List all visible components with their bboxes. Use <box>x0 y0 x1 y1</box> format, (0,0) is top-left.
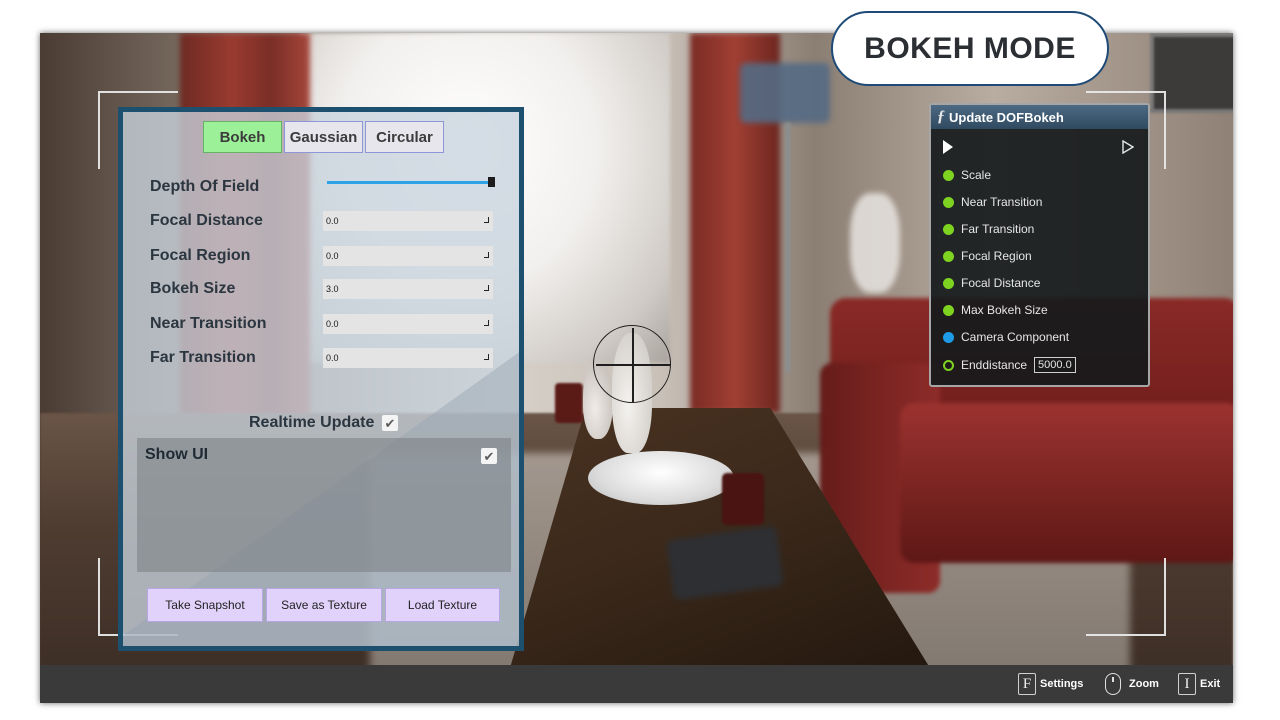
float-pin-icon <box>943 196 954 208</box>
exec-output-pin-icon[interactable] <box>1122 140 1134 154</box>
end-distance-input[interactable]: 5000.0 <box>1034 357 1076 373</box>
save-as-texture-button[interactable]: Save as Texture <box>266 588 382 622</box>
focal-distance-label: Focal Distance <box>150 212 263 229</box>
crosshair-icon <box>593 325 671 403</box>
checkmark-icon: ✔ <box>483 448 495 464</box>
mode-badge: BOKEH MODE <box>831 11 1109 86</box>
pin-far-transition[interactable]: Far Transition <box>943 222 1034 236</box>
mug <box>722 473 764 525</box>
depth-of-field-slider-handle[interactable] <box>488 177 495 187</box>
mouse-icon <box>1105 673 1121 695</box>
pin-focal-region[interactable]: Focal Region <box>943 249 1032 263</box>
node-title: Update DOFBokeh <box>949 109 1064 125</box>
float-pin-icon <box>943 304 954 316</box>
pin-label: Focal Region <box>961 249 1032 263</box>
pin-label: Focal Distance <box>961 276 1041 290</box>
plate <box>588 451 734 505</box>
near-transition-label: Near Transition <box>150 315 267 332</box>
near-transition-value: 0.0 <box>326 319 339 329</box>
dof-control-panel: Bokeh Gaussian Circular Depth Of Field F… <box>118 107 524 651</box>
depth-of-field-slider[interactable] <box>327 181 493 184</box>
pin-label: Near Transition <box>961 195 1043 209</box>
bokeh-size-value: 3.0 <box>326 284 339 294</box>
key-f-icon: F <box>1018 673 1036 695</box>
bokeh-size-field[interactable]: 3.0 <box>323 279 493 299</box>
zoom-hint[interactable]: Zoom <box>1105 673 1159 695</box>
focus-bracket-bottom-right <box>1086 558 1166 636</box>
settings-hint[interactable]: F Settings <box>1018 673 1083 695</box>
function-icon: ƒ <box>937 108 945 125</box>
pin-camera-component[interactable]: Camera Component <box>943 330 1069 344</box>
resize-grip-icon <box>484 252 489 258</box>
realtime-update-label: Realtime Update <box>249 414 375 431</box>
pin-label: Scale <box>961 168 992 182</box>
node-header: ƒ Update DOFBokeh <box>931 105 1148 129</box>
lamp-pole <box>785 123 791 373</box>
pin-label: Far Transition <box>961 222 1035 236</box>
pin-scale[interactable]: Scale <box>943 168 991 182</box>
checkmark-icon: ✔ <box>384 415 396 431</box>
pin-end-distance[interactable]: Enddistance 5000.0 <box>943 357 1076 373</box>
key-i-icon: I <box>1178 673 1196 695</box>
bokeh-size-label: Bokeh Size <box>150 280 236 297</box>
float-pin-icon <box>943 250 954 262</box>
lamp-shade <box>740 63 830 123</box>
focal-region-label: Focal Region <box>150 247 251 264</box>
tab-bokeh[interactable]: Bokeh <box>203 121 282 153</box>
resize-grip-icon <box>484 285 489 291</box>
settings-hint-label: Settings <box>1040 678 1084 690</box>
near-transition-field[interactable]: 0.0 <box>323 314 493 334</box>
focal-region-field[interactable]: 0.0 <box>323 246 493 266</box>
resize-grip-icon <box>484 320 489 326</box>
depth-of-field-label: Depth Of Field <box>150 178 260 195</box>
zoom-hint-label: Zoom <box>1129 678 1159 690</box>
float-pin-icon <box>943 277 954 289</box>
float-pin-icon <box>943 223 954 235</box>
far-transition-value: 0.0 <box>326 353 339 363</box>
controls-hint-bar: F Settings Zoom I Exit <box>40 665 1233 703</box>
show-ui-checkbox[interactable]: ✔ <box>481 448 497 464</box>
pin-focal-distance[interactable]: Focal Distance <box>943 276 1040 290</box>
statue <box>850 193 900 293</box>
exit-hint[interactable]: I Exit <box>1178 673 1220 695</box>
resize-grip-icon <box>484 217 489 223</box>
far-transition-label: Far Transition <box>150 349 256 366</box>
exit-hint-label: Exit <box>1200 678 1221 690</box>
blueprint-node[interactable]: ƒ Update DOFBokeh Scale Near Transition … <box>929 103 1150 387</box>
focal-distance-value: 0.0 <box>326 216 339 226</box>
pin-label: Enddistance <box>961 358 1028 372</box>
tab-circular[interactable]: Circular <box>365 121 444 153</box>
resize-grip-icon <box>484 354 489 360</box>
show-ui-section: Show UI ✔ <box>137 438 511 572</box>
show-ui-label: Show UI <box>145 446 209 463</box>
tab-gaussian[interactable]: Gaussian <box>284 121 363 153</box>
float-pin-icon <box>943 169 954 181</box>
pin-label: Camera Component <box>961 330 1070 344</box>
pin-max-bokeh-size[interactable]: Max Bokeh Size <box>943 303 1048 317</box>
realtime-update-checkbox[interactable]: ✔ <box>382 415 398 431</box>
focal-distance-field[interactable]: 0.0 <box>323 211 493 231</box>
mug <box>555 383 583 423</box>
sofa-seat <box>900 403 1233 563</box>
take-snapshot-button[interactable]: Take Snapshot <box>147 588 263 622</box>
object-pin-icon <box>943 331 954 343</box>
exec-input-pin-icon[interactable] <box>943 140 953 154</box>
pin-label: Max Bokeh Size <box>961 303 1048 317</box>
pin-near-transition[interactable]: Near Transition <box>943 195 1042 209</box>
mode-tabs: Bokeh Gaussian Circular <box>203 121 444 153</box>
far-transition-field[interactable]: 0.0 <box>323 348 493 368</box>
load-texture-button[interactable]: Load Texture <box>385 588 500 622</box>
float-pin-unconnected-icon <box>943 359 954 371</box>
focal-region-value: 0.0 <box>326 251 339 261</box>
